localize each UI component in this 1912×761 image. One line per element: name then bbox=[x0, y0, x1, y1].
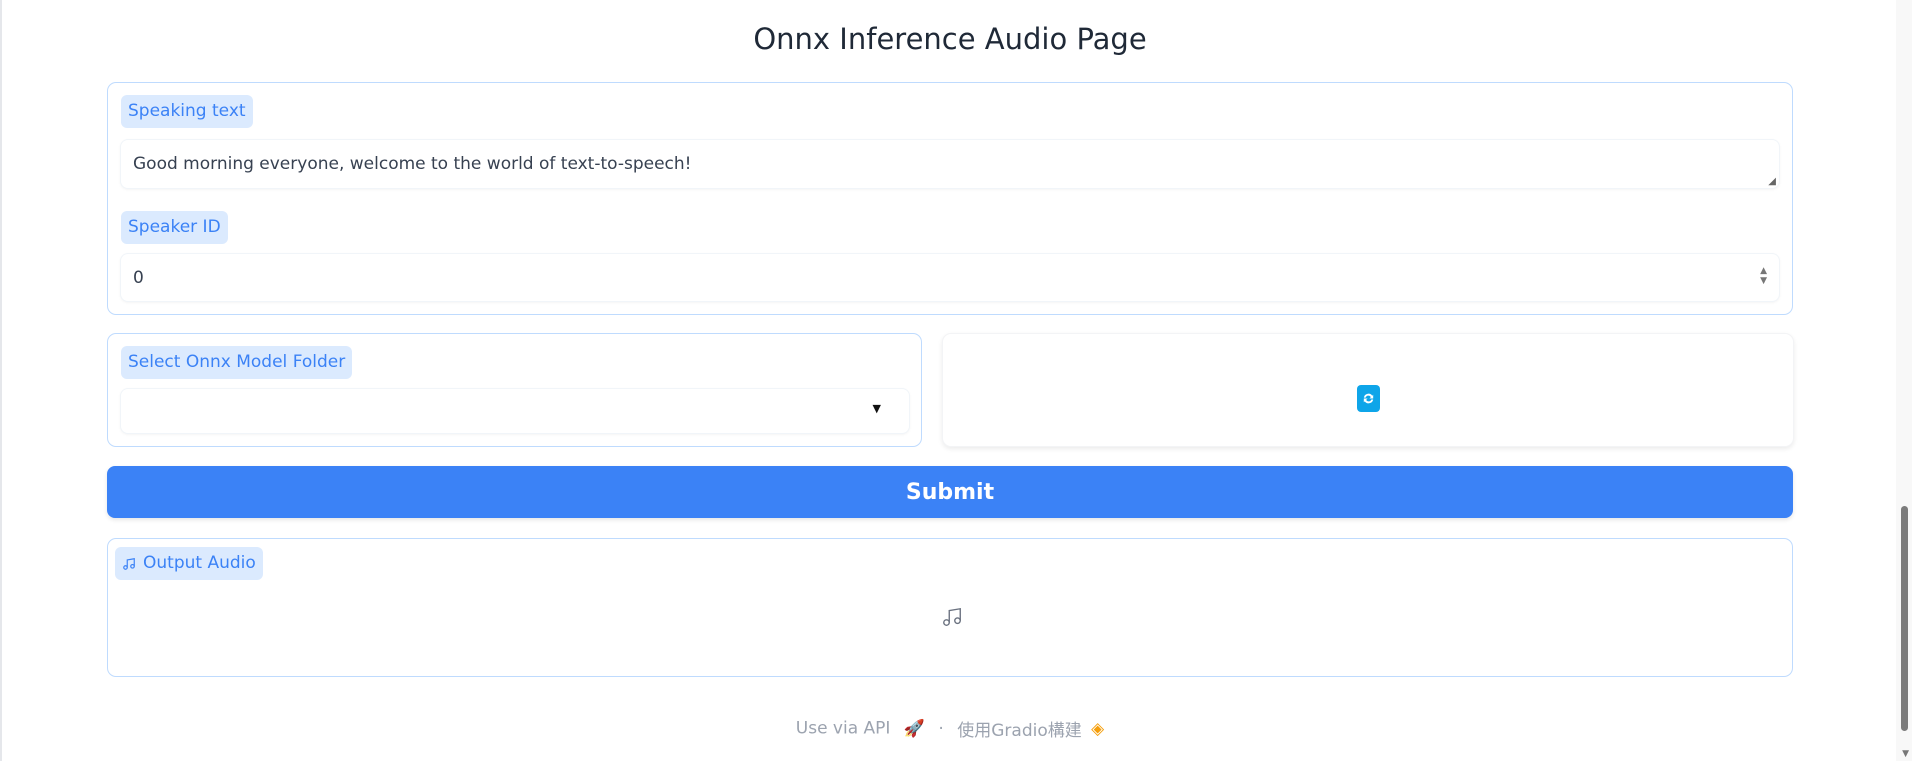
output-audio-panel: Output Audio bbox=[107, 538, 1793, 677]
music-note-icon bbox=[123, 557, 135, 570]
scrollbar[interactable]: ▼ bbox=[1896, 0, 1912, 761]
spinner-arrows-icon[interactable]: ▲ ▼ bbox=[1760, 266, 1767, 286]
speaking-text-label: Speaking text bbox=[121, 95, 253, 128]
model-folder-label: Select Onnx Model Folder bbox=[121, 346, 353, 379]
music-note-icon bbox=[943, 607, 961, 626]
gradio-logo-icon[interactable]: ◈ bbox=[1091, 719, 1104, 739]
built-with-gradio-link[interactable]: 使用Gradio構建 bbox=[957, 721, 1082, 741]
refresh-button[interactable] bbox=[1357, 385, 1380, 412]
model-folder-dropdown[interactable]: ▼ bbox=[121, 389, 909, 433]
footer: Use via API 🚀 · 使用Gradio構建 ◈ bbox=[2, 716, 1898, 742]
submit-button[interactable]: Submit bbox=[107, 466, 1793, 518]
input-group: Speaking text Good morning everyone, wel… bbox=[107, 82, 1793, 315]
speaker-id-label: Speaker ID bbox=[121, 211, 228, 244]
model-folder-panel: Select Onnx Model Folder ▼ bbox=[107, 333, 922, 447]
speaker-id-value: 0 bbox=[133, 267, 144, 288]
chevron-down-icon: ▼ bbox=[872, 402, 881, 415]
output-audio-label-text: Output Audio bbox=[143, 553, 256, 573]
scroll-down-arrow-icon[interactable]: ▼ bbox=[1902, 749, 1909, 759]
rocket-icon[interactable]: 🚀 bbox=[904, 719, 925, 739]
scrollbar-thumb[interactable] bbox=[1901, 506, 1908, 731]
page-title: Onnx Inference Audio Page bbox=[753, 22, 1147, 56]
speaking-text-input[interactable]: Good morning everyone, welcome to the wo… bbox=[121, 140, 1779, 188]
resize-handle-icon[interactable]: ◢ bbox=[1768, 176, 1776, 187]
speaking-text-value: Good morning everyone, welcome to the wo… bbox=[133, 154, 692, 174]
page: Onnx Inference Audio Page Speaking text … bbox=[0, 0, 1912, 761]
output-audio-label: Output Audio bbox=[115, 547, 263, 580]
refresh-panel bbox=[942, 333, 1794, 447]
footer-separator: · bbox=[938, 718, 944, 739]
speaker-id-input[interactable]: 0 ▲ ▼ bbox=[121, 254, 1779, 301]
use-via-api-link[interactable]: Use via API bbox=[796, 719, 891, 739]
refresh-icon bbox=[1363, 393, 1374, 404]
